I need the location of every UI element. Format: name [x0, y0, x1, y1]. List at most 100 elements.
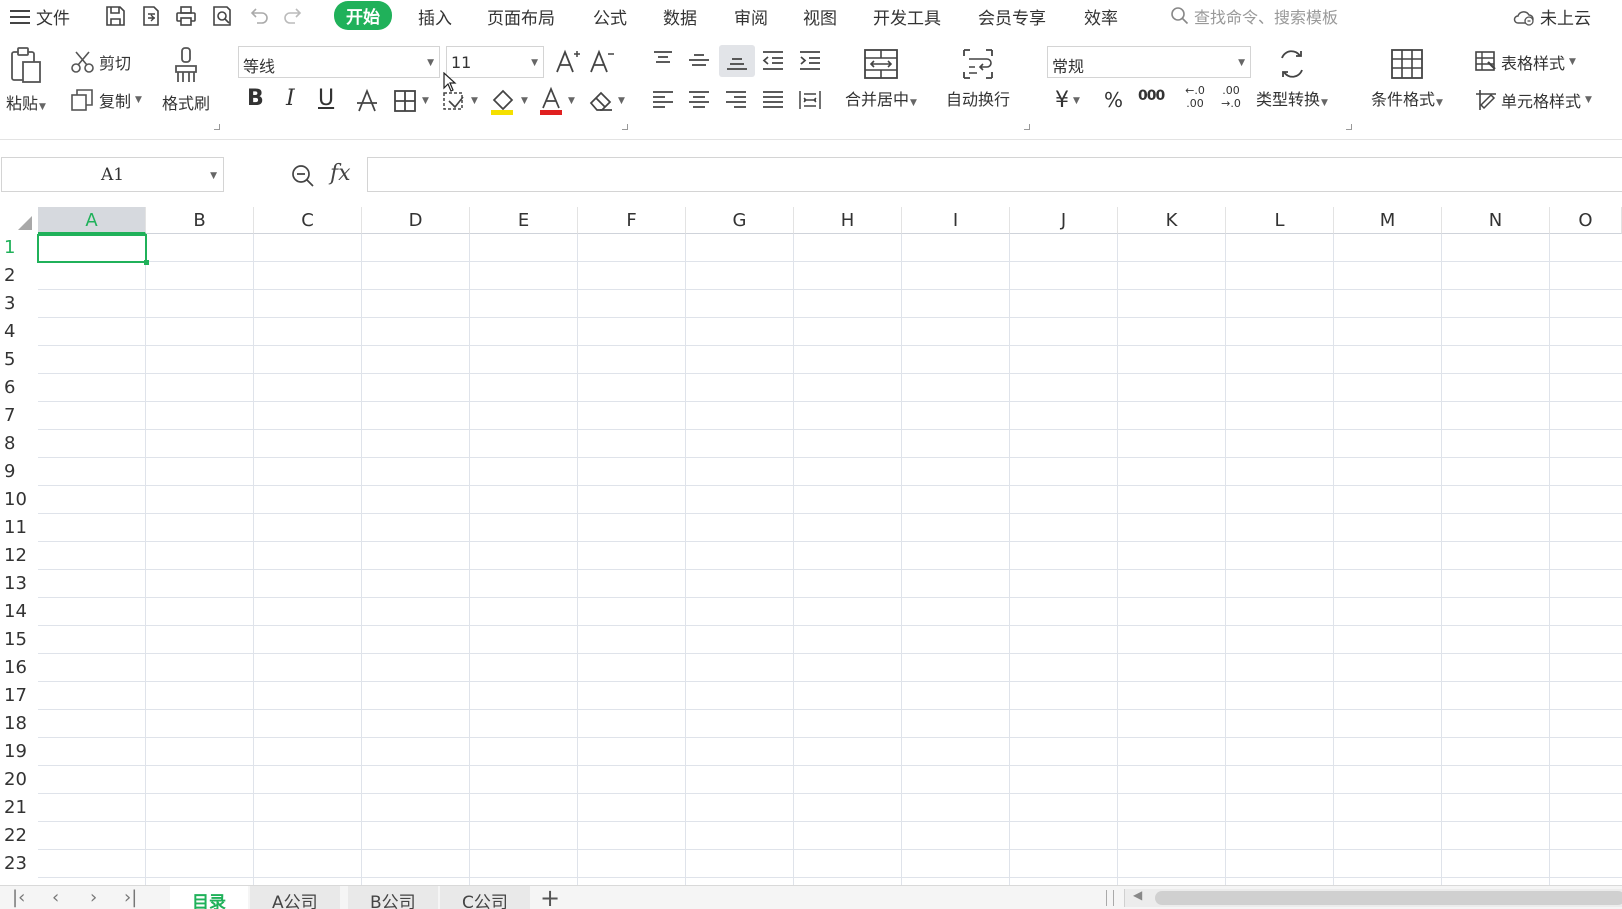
row-header-2[interactable]: 2	[0, 262, 38, 290]
number-format-select[interactable]: 常规 ▼	[1047, 46, 1251, 78]
column-header-k[interactable]: K	[1118, 207, 1226, 234]
underline-button[interactable]: U	[318, 86, 334, 111]
column-header-b[interactable]: B	[146, 207, 254, 234]
sheet-tab-company-b[interactable]: B公司	[348, 886, 438, 909]
row-header-7[interactable]: 7	[0, 402, 38, 430]
column-header-m[interactable]: M	[1334, 207, 1442, 234]
align-bottom-button[interactable]	[719, 45, 755, 77]
row-header-23[interactable]: 23	[0, 850, 38, 878]
clear-format-button[interactable]: ▼	[588, 88, 625, 114]
row-header-16[interactable]: 16	[0, 654, 38, 682]
row-header-12[interactable]: 12	[0, 542, 38, 570]
font-name-select[interactable]: 等线 ▼	[238, 46, 440, 78]
cut-button[interactable]: 剪切	[70, 50, 131, 74]
number-group-launcher[interactable]	[1346, 124, 1352, 130]
tab-home[interactable]: 开始	[334, 1, 392, 30]
print-preview-icon[interactable]	[209, 3, 235, 29]
row-header-21[interactable]: 21	[0, 794, 38, 822]
decrease-decimal-button[interactable]: .00 →.0	[1216, 84, 1246, 110]
increase-font-button[interactable]	[554, 48, 582, 76]
row-header-10[interactable]: 10	[0, 486, 38, 514]
strikethrough-button[interactable]	[355, 88, 379, 114]
align-right-button[interactable]	[723, 88, 749, 112]
font-group-launcher[interactable]	[622, 124, 628, 130]
row-header-4[interactable]: 4	[0, 318, 38, 346]
redo-icon[interactable]	[281, 3, 307, 29]
zoom-formula-icon[interactable]	[290, 163, 316, 193]
tab-page-layout[interactable]: 页面布局	[487, 4, 555, 29]
horizontal-scrollbar[interactable]: ◀	[1124, 888, 1622, 907]
format-painter-button[interactable]: 格式刷	[162, 46, 210, 114]
last-sheet-icon[interactable]: ›|	[124, 887, 137, 908]
row-header-1[interactable]: 1	[0, 234, 38, 262]
tab-formula[interactable]: 公式	[593, 4, 627, 29]
merge-center-button[interactable]: 合并居中▼	[845, 46, 917, 110]
percent-button[interactable]: %	[1104, 88, 1123, 112]
command-search[interactable]: 查找命令、搜索模板	[1170, 4, 1338, 28]
row-header-13[interactable]: 13	[0, 570, 38, 598]
border-button[interactable]: ▼	[392, 88, 429, 114]
first-sheet-icon[interactable]: |‹	[12, 887, 25, 908]
fill-color-button[interactable]: ▼	[489, 86, 528, 116]
row-header-5[interactable]: 5	[0, 346, 38, 374]
align-center-button[interactable]	[686, 88, 712, 112]
row-header-18[interactable]: 18	[0, 710, 38, 738]
font-color-button[interactable]: ▼	[538, 86, 575, 116]
tab-view[interactable]: 视图	[803, 4, 837, 29]
column-header-h[interactable]: H	[794, 207, 902, 234]
type-convert-button[interactable]: 类型转换▼	[1256, 46, 1328, 110]
italic-button[interactable]: I	[286, 86, 295, 111]
row-header-3[interactable]: 3	[0, 290, 38, 318]
prev-sheet-icon[interactable]: ‹	[52, 887, 59, 908]
conditional-format-button[interactable]: 条件格式▼	[1371, 46, 1443, 110]
clipboard-group-launcher[interactable]	[214, 124, 220, 130]
insert-function-button[interactable]: fx	[330, 161, 351, 186]
row-header-19[interactable]: 19	[0, 738, 38, 766]
sheet-tab-catalog[interactable]: 目录	[170, 886, 248, 909]
align-top-button[interactable]	[650, 48, 676, 72]
row-header-11[interactable]: 11	[0, 514, 38, 542]
add-sheet-button[interactable]: +	[540, 884, 560, 909]
bold-button[interactable]: B	[247, 86, 264, 111]
tab-efficiency[interactable]: 效率	[1084, 4, 1118, 29]
column-header-e[interactable]: E	[470, 207, 578, 234]
cell-grid[interactable]	[38, 234, 1622, 885]
select-all-corner[interactable]	[0, 207, 38, 234]
column-header-g[interactable]: G	[686, 207, 794, 234]
decrease-indent-button[interactable]	[760, 48, 786, 72]
row-header-6[interactable]: 6	[0, 374, 38, 402]
paste-button[interactable]: 粘贴▼	[6, 46, 46, 114]
cell-style-button[interactable]: 单元格样式 ▼	[1474, 88, 1592, 112]
column-header-l[interactable]: L	[1226, 207, 1334, 234]
cloud-status[interactable]: 未上云	[1512, 4, 1591, 29]
tab-member[interactable]: 会员专享	[978, 4, 1046, 29]
scrollbar-thumb[interactable]	[1155, 891, 1622, 905]
sheet-tab-company-a[interactable]: A公司	[250, 886, 340, 909]
row-header-14[interactable]: 14	[0, 598, 38, 626]
row-header-17[interactable]: 17	[0, 682, 38, 710]
next-sheet-icon[interactable]: ›	[90, 887, 97, 908]
sheet-tab-company-c[interactable]: C公司	[440, 886, 530, 909]
align-middle-button[interactable]	[686, 48, 712, 72]
table-style-button[interactable]: 表格样式 ▼	[1474, 50, 1576, 74]
increase-indent-button[interactable]	[797, 48, 823, 72]
copy-button[interactable]: 复制 ▼	[70, 88, 142, 112]
column-header-n[interactable]: N	[1442, 207, 1550, 234]
column-header-f[interactable]: F	[578, 207, 686, 234]
row-header-15[interactable]: 15	[0, 626, 38, 654]
wrap-text-button[interactable]: 自动换行	[946, 46, 1010, 110]
decrease-font-button[interactable]	[588, 48, 616, 76]
tab-developer[interactable]: 开发工具	[873, 4, 941, 29]
row-header-22[interactable]: 22	[0, 822, 38, 850]
column-header-o[interactable]: O	[1550, 207, 1622, 234]
selected-cell[interactable]	[37, 234, 149, 265]
undo-icon[interactable]	[245, 3, 271, 29]
row-header-20[interactable]: 20	[0, 766, 38, 794]
formula-input[interactable]	[367, 157, 1622, 192]
save-icon[interactable]	[102, 3, 128, 29]
row-header-9[interactable]: 9	[0, 458, 38, 486]
column-header-d[interactable]: D	[362, 207, 470, 234]
font-size-select[interactable]: 11 ▼	[446, 46, 544, 78]
splitter-handle[interactable]	[1106, 890, 1114, 906]
tab-insert[interactable]: 插入	[418, 4, 452, 29]
